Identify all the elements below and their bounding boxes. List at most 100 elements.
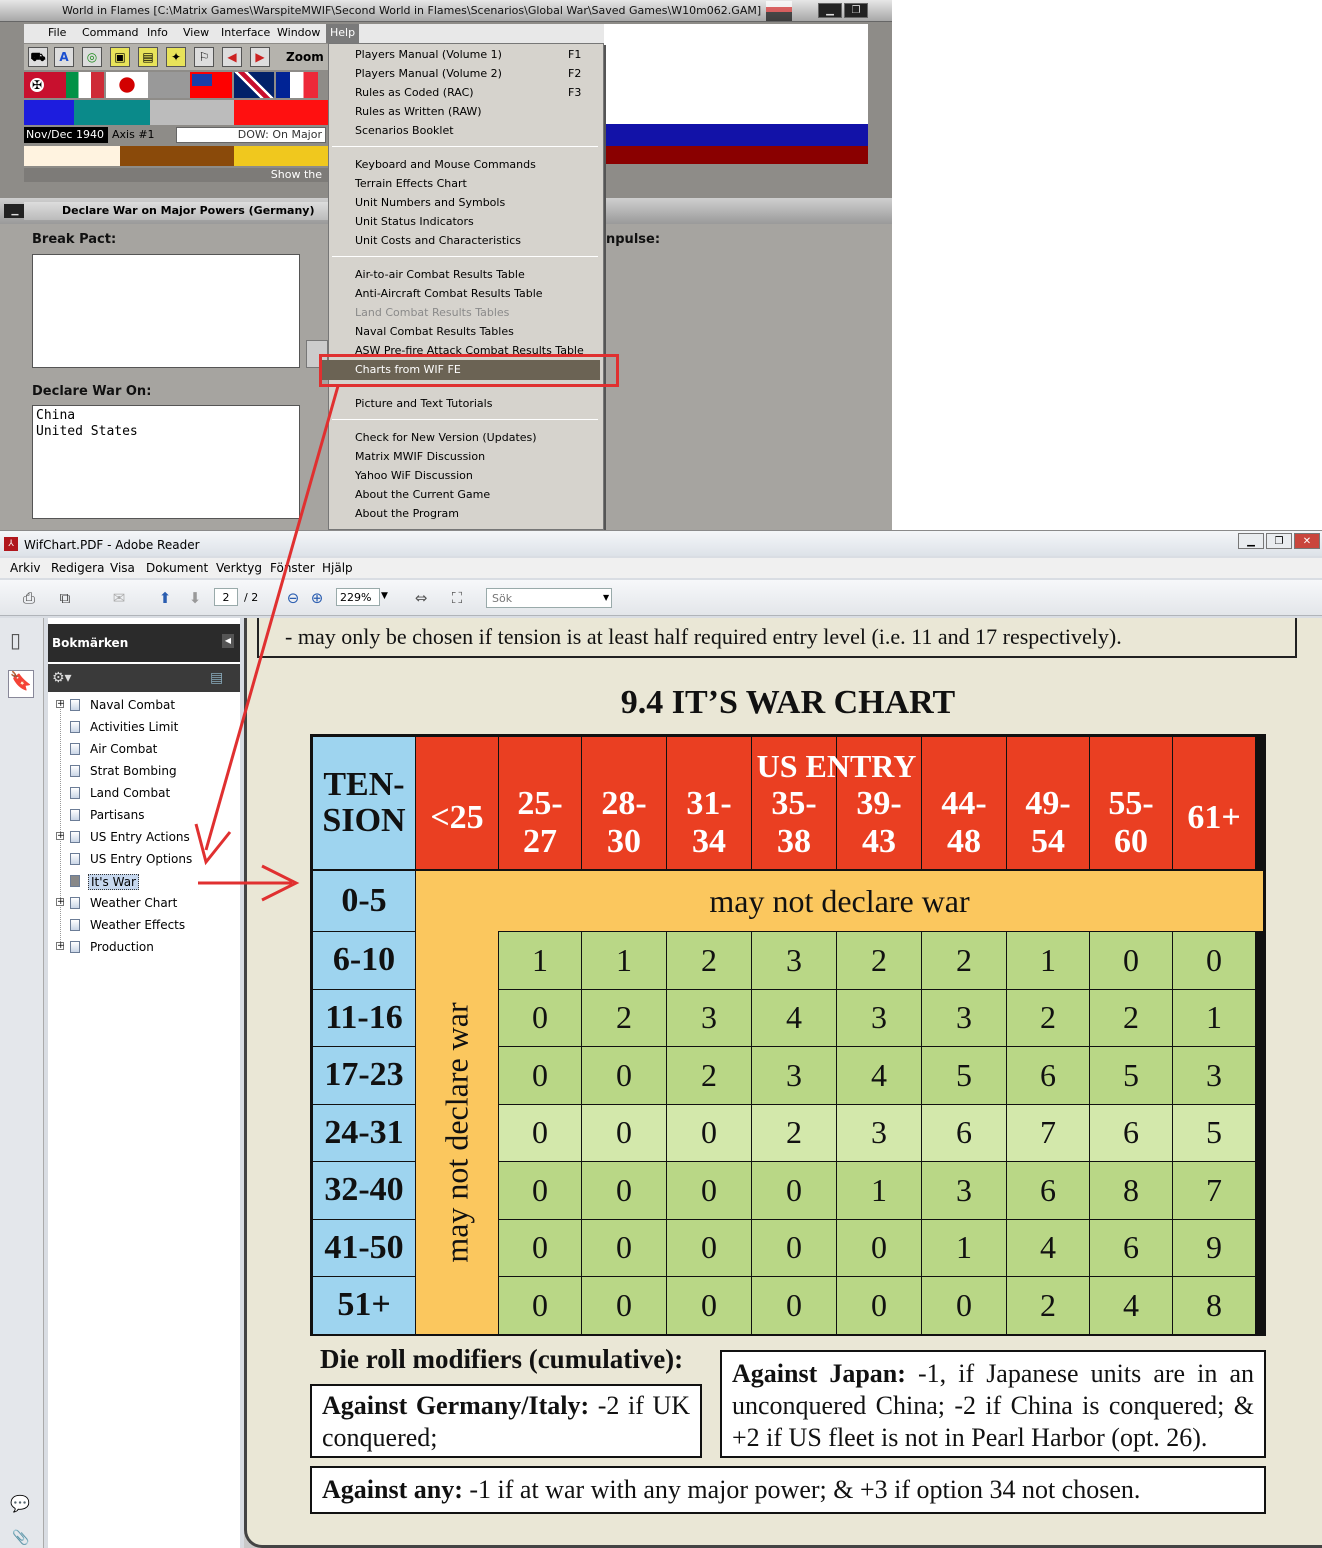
help-menu-item[interactable]: About the Current Game xyxy=(355,488,490,501)
new-bookmark-icon[interactable]: ▤ xyxy=(210,670,223,686)
flag-blank[interactable] xyxy=(148,72,190,98)
tension-row-label: 11-16 xyxy=(313,989,415,1046)
zoom-out-icon[interactable]: ⊖ xyxy=(282,588,304,608)
bookmark-item[interactable]: Naval Combat xyxy=(90,698,175,712)
expand-icon[interactable]: + xyxy=(56,898,65,907)
help-menu-item[interactable]: Rules as Coded (RAC) xyxy=(355,86,474,99)
menu-verktyg[interactable]: Verktyg xyxy=(216,561,262,575)
flag-italy[interactable] xyxy=(66,72,104,98)
menu-info[interactable]: Info xyxy=(147,26,168,39)
expand-icon[interactable]: + xyxy=(56,832,65,841)
bookmark-item[interactable]: Activities Limit xyxy=(90,720,178,734)
zoom-select[interactable]: 229% xyxy=(336,588,380,606)
page-up-icon[interactable]: ⬆ xyxy=(154,588,176,608)
menu-view[interactable]: View xyxy=(183,26,209,39)
list-item[interactable]: China xyxy=(36,408,296,424)
minimize-icon[interactable]: ▁ xyxy=(818,3,842,18)
menu-arkiv[interactable]: Arkiv xyxy=(10,561,41,575)
help-menu-item[interactable]: Matrix MWIF Discussion xyxy=(355,450,485,463)
help-menu-item[interactable]: Keyboard and Mouse Commands xyxy=(355,158,536,171)
menu-command[interactable]: Command xyxy=(82,26,139,39)
stack-icon[interactable]: ▤ xyxy=(138,47,158,67)
modifier-germany-box: Against Germany/Italy: -2 if UK conquere… xyxy=(310,1384,702,1458)
help-menu-item[interactable]: Air-to-air Combat Results Table xyxy=(355,268,525,281)
pages-icon[interactable]: ▯ xyxy=(10,628,32,654)
bookmark-item[interactable]: Land Combat xyxy=(90,786,170,800)
chevron-down-icon[interactable]: ▼ xyxy=(603,593,609,602)
zoom-in-icon[interactable]: ⊕ xyxy=(306,588,328,608)
help-menu-item[interactable]: Unit Status Indicators xyxy=(355,215,474,228)
help-menu-item[interactable]: Check for New Version (Updates) xyxy=(355,431,537,444)
flag-icon[interactable]: ⚐ xyxy=(194,47,214,67)
help-menu-item[interactable]: Picture and Text Tutorials xyxy=(355,397,492,410)
help-menu-item[interactable]: Players Manual (Volume 2) xyxy=(355,67,502,80)
page-down-icon[interactable]: ⬇ xyxy=(184,588,206,608)
print-icon[interactable]: ⎙ xyxy=(18,588,40,608)
chevron-down-icon[interactable]: ▼ xyxy=(381,591,388,601)
help-menu-item[interactable]: Naval Combat Results Tables xyxy=(355,325,514,338)
menu-redigera[interactable]: Redigera xyxy=(51,561,104,575)
help-menu-item[interactable]: Players Manual (Volume 1) xyxy=(355,48,502,61)
menu-interface[interactable]: Interface xyxy=(221,26,270,39)
bookmark-item[interactable]: Weather Chart xyxy=(90,896,177,910)
menu-help[interactable]: Help xyxy=(326,24,360,43)
bookmark-item[interactable]: Partisans xyxy=(90,808,145,822)
font-icon[interactable]: A xyxy=(54,47,74,67)
target-icon[interactable]: ◎ xyxy=(82,47,102,67)
bookmark-item[interactable]: Production xyxy=(90,940,154,954)
search-input[interactable]: Sök xyxy=(486,588,612,608)
bookmark-item[interactable]: Weather Effects xyxy=(90,918,185,932)
minimize-icon[interactable]: ▁ xyxy=(1238,533,1264,549)
menu-file[interactable]: File xyxy=(48,26,66,39)
help-menu-item[interactable]: Yahoo WiF Discussion xyxy=(355,469,473,482)
options-gear-icon[interactable]: ⚙▾ xyxy=(52,670,72,686)
maximize-icon[interactable]: ❐ xyxy=(1266,533,1292,549)
help-menu-item[interactable]: Anti-Aircraft Combat Results Table xyxy=(355,287,543,300)
restore-icon[interactable]: ❐ xyxy=(844,3,868,18)
bookmark-item[interactable]: US Entry Actions xyxy=(90,830,190,844)
chart-title: 9.4 IT’S WAR CHART xyxy=(620,684,956,721)
share-icon[interactable]: ⧉ xyxy=(54,588,76,608)
bookmark-item[interactable]: It's War xyxy=(88,874,139,890)
help-menu-item[interactable]: Unit Numbers and Symbols xyxy=(355,196,505,209)
help-menu-item[interactable]: Unit Costs and Characteristics xyxy=(355,234,521,247)
bookmark-item[interactable]: US Entry Options xyxy=(90,852,192,866)
arrow-right-icon[interactable]: ▶ xyxy=(250,47,270,67)
fit-width-icon[interactable]: ⇔ xyxy=(410,588,432,608)
collapse-panel-icon[interactable]: ◀ xyxy=(222,634,234,648)
expand-icon[interactable]: + xyxy=(56,942,65,951)
menu-visa[interactable]: Visa xyxy=(110,561,135,575)
dialog-minimize-icon[interactable]: ▁ xyxy=(4,204,26,218)
arrow-left-icon[interactable]: ◀ xyxy=(222,47,242,67)
tank-icon[interactable]: ⛟ xyxy=(28,47,48,67)
flag-japan[interactable] xyxy=(106,72,148,98)
expand-icon[interactable]: + xyxy=(56,700,65,709)
chart-value-cell: 0 xyxy=(752,1219,836,1276)
flag-france[interactable] xyxy=(276,72,318,98)
chart-value-cell: 0 xyxy=(752,1162,836,1219)
close-icon[interactable]: ✕ xyxy=(1294,533,1320,549)
comments-icon[interactable]: 💬 xyxy=(10,1494,36,1514)
fit-page-icon[interactable]: ⛶ xyxy=(446,588,468,608)
menu-fonster[interactable]: Fönster xyxy=(270,561,315,575)
page-number-input[interactable]: 2 xyxy=(214,588,238,606)
help-menu-item[interactable]: Scenarios Booklet xyxy=(355,124,454,137)
menu-hjalp[interactable]: Hjälp xyxy=(322,561,353,575)
bookmark-item[interactable]: Strat Bombing xyxy=(90,764,177,778)
email-icon[interactable]: ✉ xyxy=(108,588,130,608)
declare-war-list[interactable]: China United States xyxy=(32,405,300,519)
flag-uk[interactable] xyxy=(234,72,274,98)
list-item[interactable]: United States xyxy=(36,424,296,440)
help-menu-item[interactable]: About the Program xyxy=(355,507,459,520)
help-menu-item[interactable]: Rules as Written (RAW) xyxy=(355,105,482,118)
unit-icon[interactable]: ▣ xyxy=(110,47,130,67)
menu-dokument[interactable]: Dokument xyxy=(146,561,208,575)
bookmarks-icon[interactable]: 🔖 xyxy=(8,670,34,698)
its-war-chart: TEN- SION <25 25- 27 28- 30 31- 34 35- 38 39- 43 44- 4… xyxy=(310,734,1266,1336)
bookmark-item[interactable]: Air Combat xyxy=(90,742,157,756)
break-pact-list[interactable] xyxy=(32,254,300,368)
help-menu-item[interactable]: Terrain Effects Chart xyxy=(355,177,467,190)
menu-window[interactable]: Window xyxy=(277,26,320,39)
star-icon[interactable]: ✦ xyxy=(166,47,186,67)
attachment-icon[interactable]: 📎 xyxy=(12,1530,34,1548)
